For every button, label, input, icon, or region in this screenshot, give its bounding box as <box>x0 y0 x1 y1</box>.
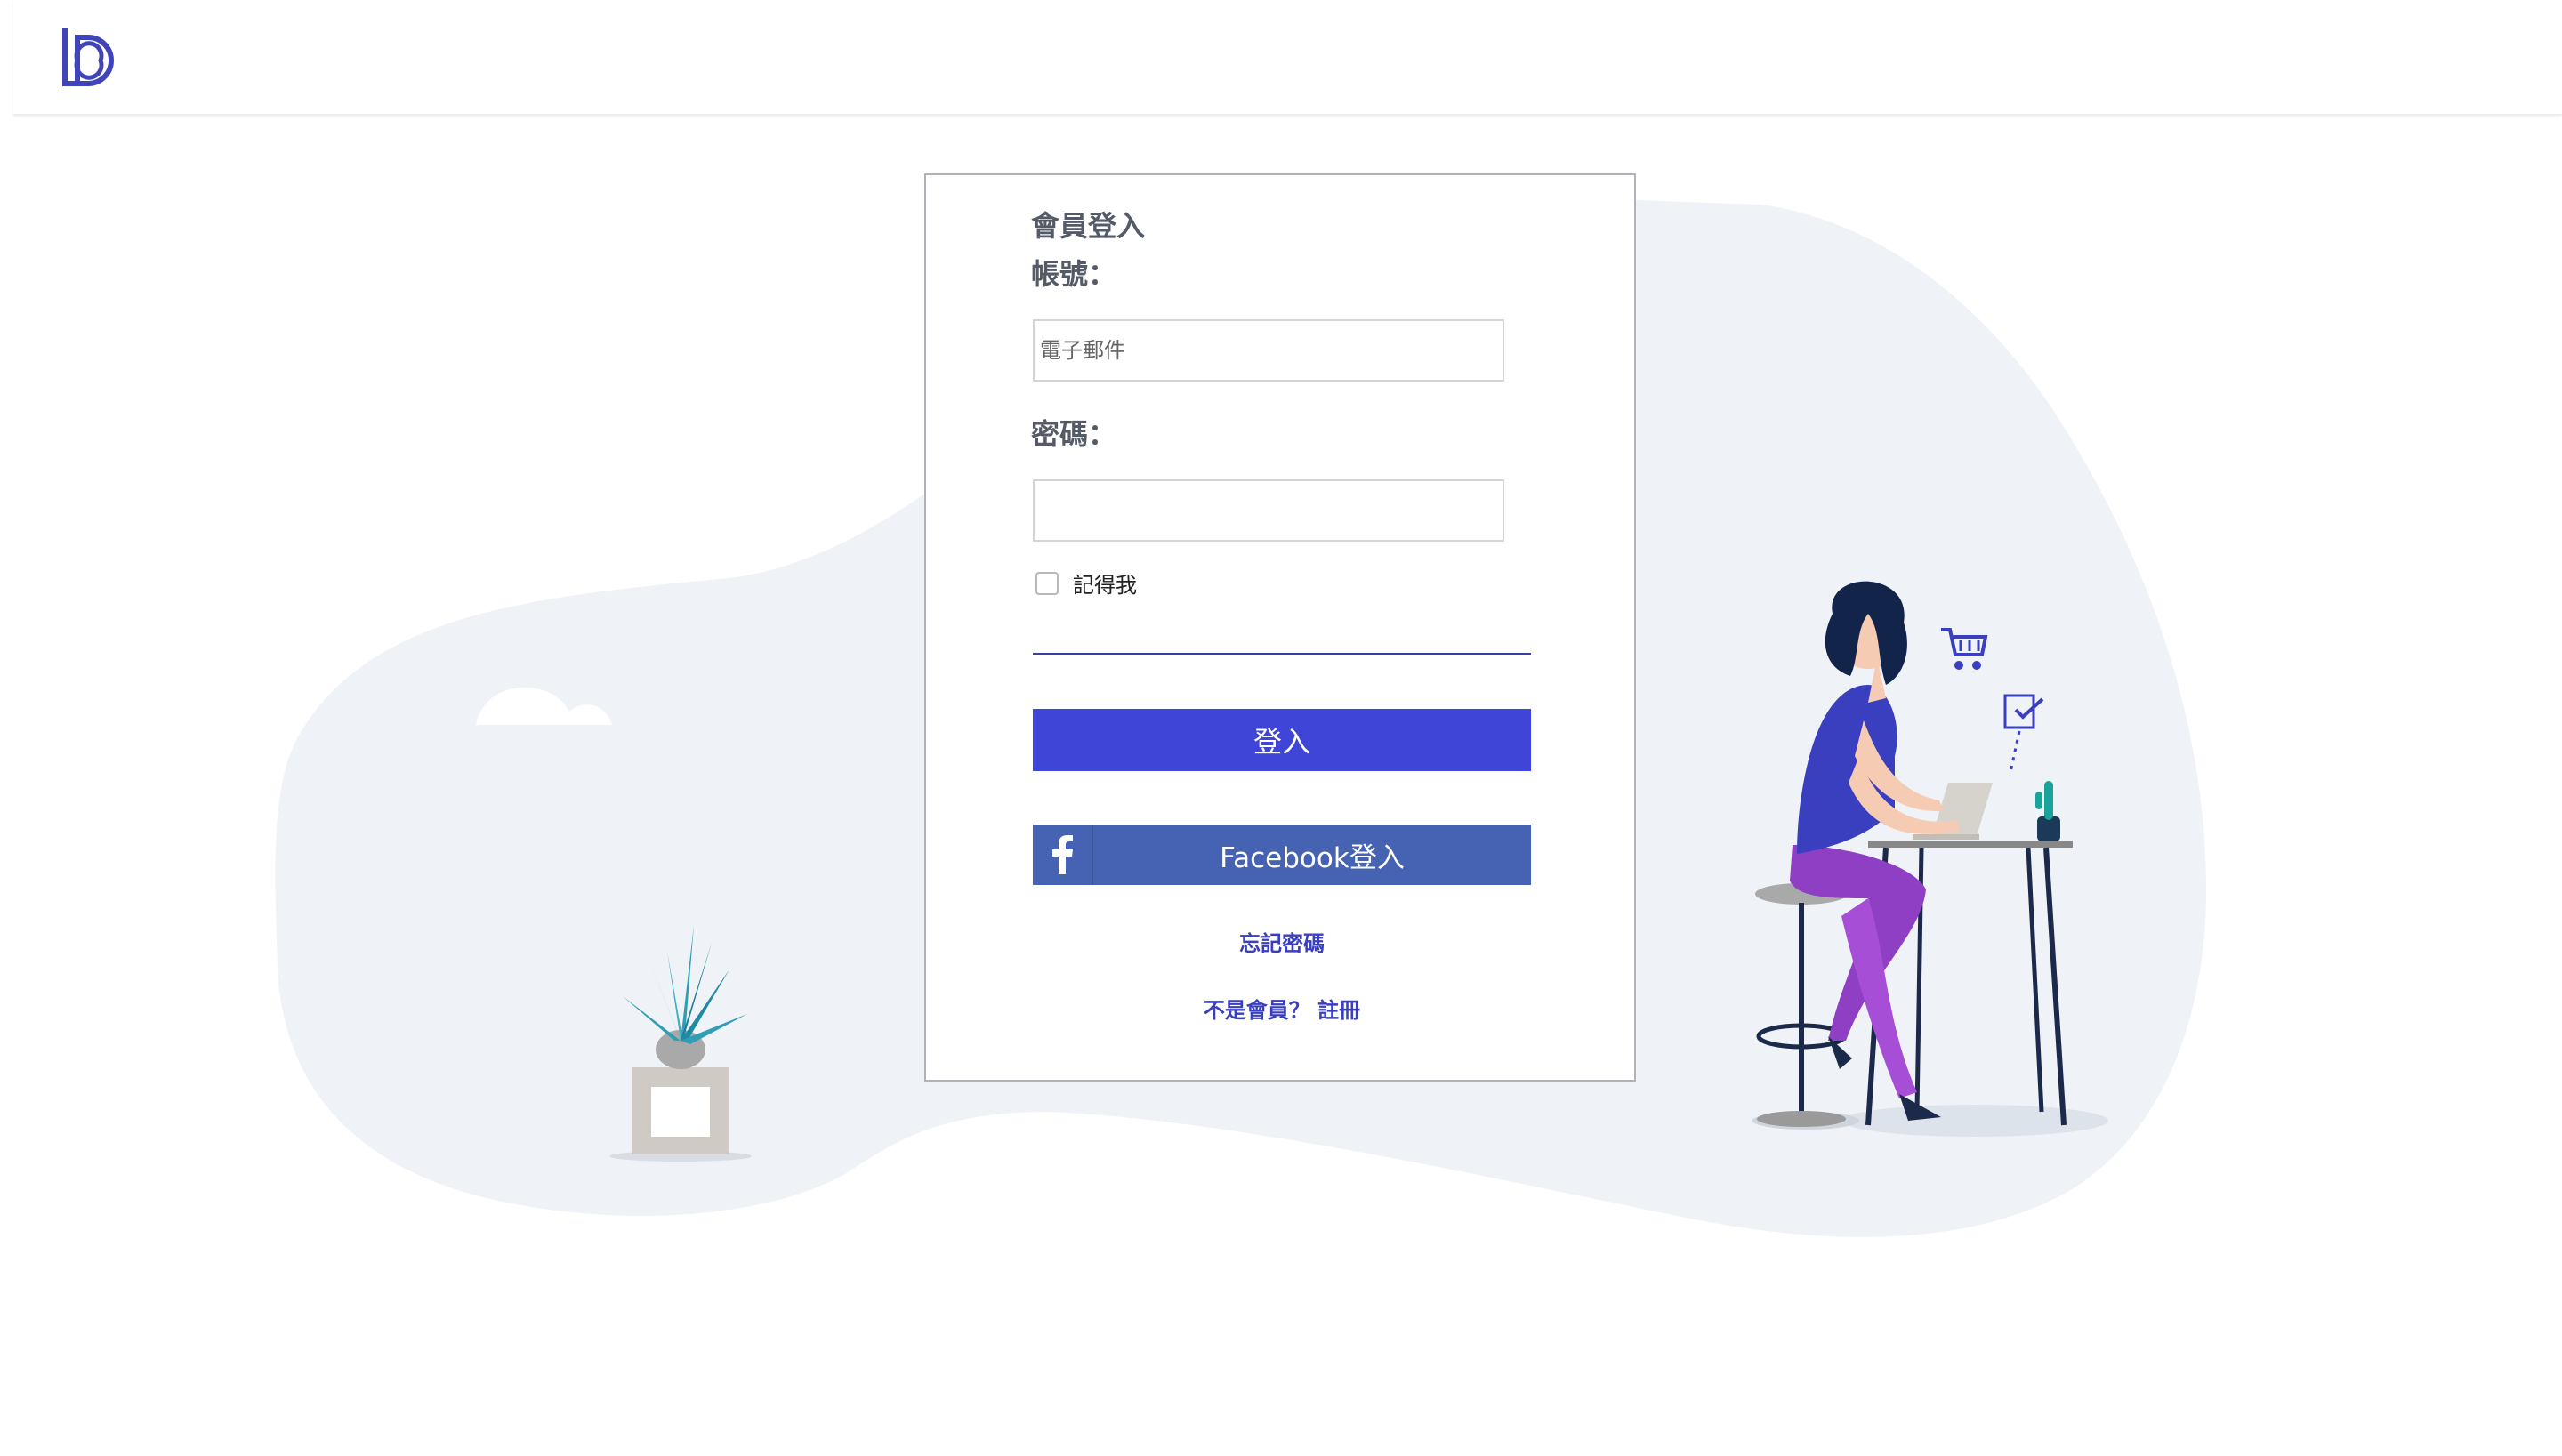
checklist-icon <box>2003 694 2044 773</box>
password-field[interactable] <box>1033 479 1504 542</box>
password-label: 密碼： <box>1031 417 1117 451</box>
divider <box>1033 653 1531 655</box>
account-label: 帳號： <box>1031 257 1117 291</box>
facebook-icon <box>1033 825 1093 885</box>
remember-me-row[interactable]: 記得我 <box>1035 567 1137 599</box>
not-member-text: 不是會員？ <box>1203 998 1310 1023</box>
shopping-cart-icon <box>1941 628 1988 670</box>
forgot-password-link[interactable]: 忘記密碼 <box>1239 931 1325 956</box>
remember-me-label: 記得我 <box>1073 573 1137 598</box>
email-field[interactable] <box>1033 319 1504 382</box>
login-button[interactable]: 登入 <box>1033 709 1531 771</box>
login-card: 會員登入 帳號： 密碼： 記得我 登入 Facebook登入 忘記密碼 不是會員… <box>924 173 1636 1082</box>
remember-me-checkbox[interactable] <box>1035 571 1059 595</box>
plant-illustration <box>609 925 752 1162</box>
top-header <box>13 0 2562 115</box>
brand-b-logo-icon[interactable] <box>52 25 120 93</box>
register-link[interactable]: 註冊 <box>1317 998 1360 1023</box>
facebook-login-button[interactable]: Facebook登入 <box>1033 825 1531 885</box>
woman-laptop-illustration <box>1752 581 2108 1137</box>
facebook-login-label: Facebook登入 <box>1220 841 1405 874</box>
forgot-password-row: 忘記密碼 <box>926 926 1638 957</box>
register-row: 不是會員？ 註冊 <box>926 993 1638 1024</box>
login-title: 會員登入 <box>1031 209 1146 243</box>
